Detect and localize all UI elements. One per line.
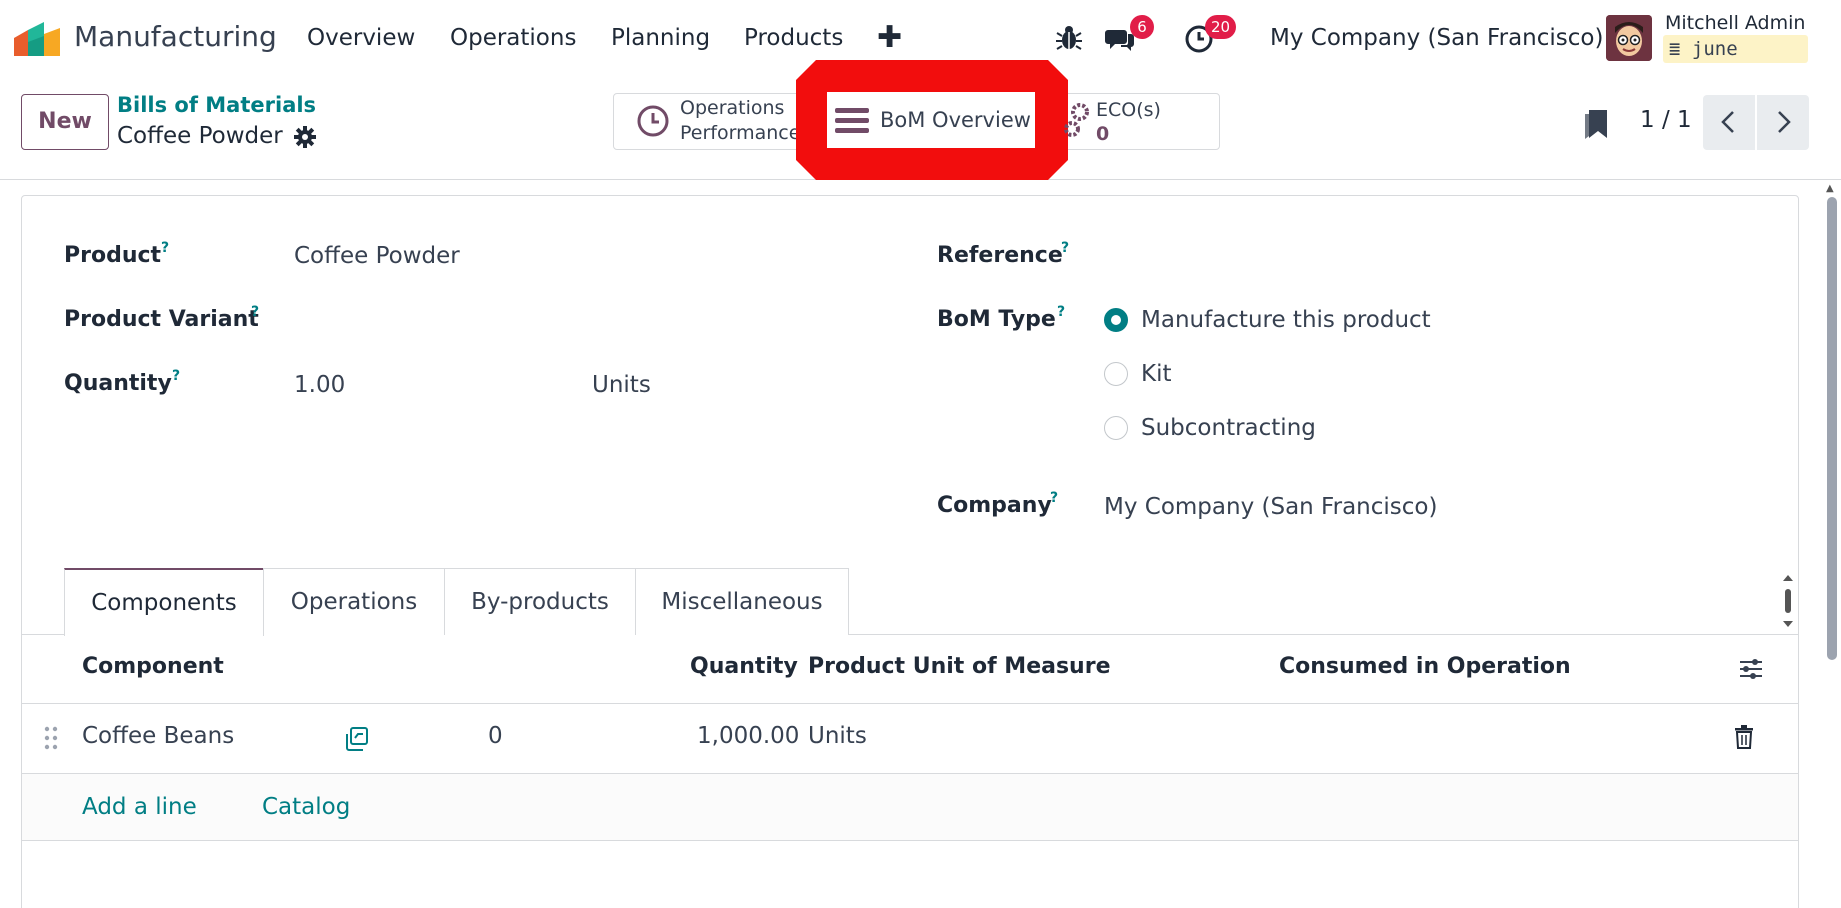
messages-badge: 6 [1130,15,1154,39]
column-header-quantity[interactable]: Quantity [690,654,798,679]
bom-type-kit-label[interactable]: Kit [1141,361,1172,387]
eco-count[interactable]: 0 [1096,123,1109,145]
manufacturing-app-icon[interactable] [14,22,62,56]
quantity-uom-field[interactable]: Units [592,372,651,398]
database-name: ≣ june [1663,35,1808,63]
breadcrumb-parent[interactable]: Bills of Materials [117,93,316,117]
user-name[interactable]: Mitchell Admin [1665,12,1805,34]
tab-components[interactable]: Components [64,568,264,636]
product-variant-help-icon[interactable]: ? [251,304,259,320]
bookmark-icon[interactable] [1583,106,1611,140]
product-variant-label: Product Variant [64,307,259,332]
operations-performance-clock-icon[interactable] [636,104,670,138]
operations-performance-label[interactable]: Performance [680,122,800,144]
menu-plus-icon[interactable]: ✚ [877,20,902,55]
column-header-component[interactable]: Component [82,654,224,679]
header-divider [22,703,1798,704]
tab-miscellaneous[interactable]: Miscellaneous [635,568,849,635]
catalog-link[interactable]: Catalog [262,794,350,820]
bom-type-help-icon[interactable]: ? [1057,304,1065,320]
component-cell[interactable]: Coffee Beans [82,723,234,749]
bom-type-manufacture-radio[interactable] [1104,308,1128,332]
page-scrollbar-thumb[interactable] [1827,197,1837,660]
quantity-help-icon[interactable]: ? [172,368,180,384]
bom-overview-label[interactable]: BoM Overview [880,108,1031,132]
menu-operations[interactable]: Operations [450,25,576,51]
tab-operations[interactable]: Operations [263,568,445,635]
debug-bug-icon[interactable] [1053,22,1085,54]
bom-type-subcontracting-label[interactable]: Subcontracting [1141,415,1316,441]
company-label: Company [937,493,1052,518]
chevron-right-icon [1778,111,1791,133]
bom-type-kit-radio[interactable] [1104,362,1128,386]
database-icon: ≣ [1669,38,1681,60]
pager-next-button[interactable] [1757,95,1809,150]
company-field[interactable]: My Company (San Francisco) [1104,494,1437,520]
tab-by-products[interactable]: By-products [444,568,636,635]
page-scroll-up-arrow[interactable]: ▲ [1826,183,1834,194]
menu-products[interactable]: Products [744,25,843,51]
tabs-scrollbar[interactable] [1783,575,1793,627]
eco-gears-icon[interactable] [1062,101,1094,139]
uom-cell[interactable]: Units [808,723,867,749]
chevron-left-icon [1721,111,1734,133]
quantity-cell[interactable]: 1,000.00 [697,723,799,749]
menu-planning[interactable]: Planning [611,25,710,51]
company-switcher[interactable]: My Company (San Francisco) [1270,25,1603,51]
product-forecast-icon[interactable] [344,726,370,752]
new-button[interactable]: New [21,94,109,150]
gear-icon[interactable] [293,125,317,149]
column-header-uom[interactable]: Product Unit of Measure [808,654,1111,679]
column-header-consumed-in-operation[interactable]: Consumed in Operation [1279,654,1571,679]
product-label: Product [64,243,162,268]
database-label: june [1691,38,1738,60]
quantity-label: Quantity [64,371,172,396]
forecast-quantity-cell: 0 [488,723,503,749]
list-bars-icon [835,108,869,133]
menu-overview[interactable]: Overview [307,25,415,51]
add-line-divider [22,840,1798,841]
drag-handle-icon[interactable] [43,725,59,751]
pager-previous-button[interactable] [1703,95,1755,150]
activities-badge: 20 [1205,15,1237,39]
operations-performance-button[interactable]: Operations [680,97,784,119]
reference-help-icon[interactable]: ? [1061,240,1069,256]
company-help-icon[interactable]: ? [1050,490,1058,506]
add-a-line-link[interactable]: Add a line [82,794,197,820]
product-field[interactable]: Coffee Powder [294,243,460,269]
breadcrumb-current: Coffee Powder [117,123,283,149]
trash-icon[interactable] [1734,725,1754,749]
reference-label: Reference [937,243,1063,268]
eco-button[interactable]: ECO(s) [1096,99,1161,121]
optional-columns-sliders-icon[interactable] [1738,656,1764,682]
app-name[interactable]: Manufacturing [74,20,277,53]
pager-value[interactable]: 1 / 1 [1640,107,1692,133]
bom-type-label: BoM Type [937,307,1056,332]
avatar[interactable] [1606,15,1652,61]
bom-type-manufacture-label[interactable]: Manufacture this product [1141,307,1431,333]
quantity-field[interactable]: 1.00 [294,372,345,398]
product-help-icon[interactable]: ? [161,240,169,256]
bom-type-subcontracting-radio[interactable] [1104,416,1128,440]
